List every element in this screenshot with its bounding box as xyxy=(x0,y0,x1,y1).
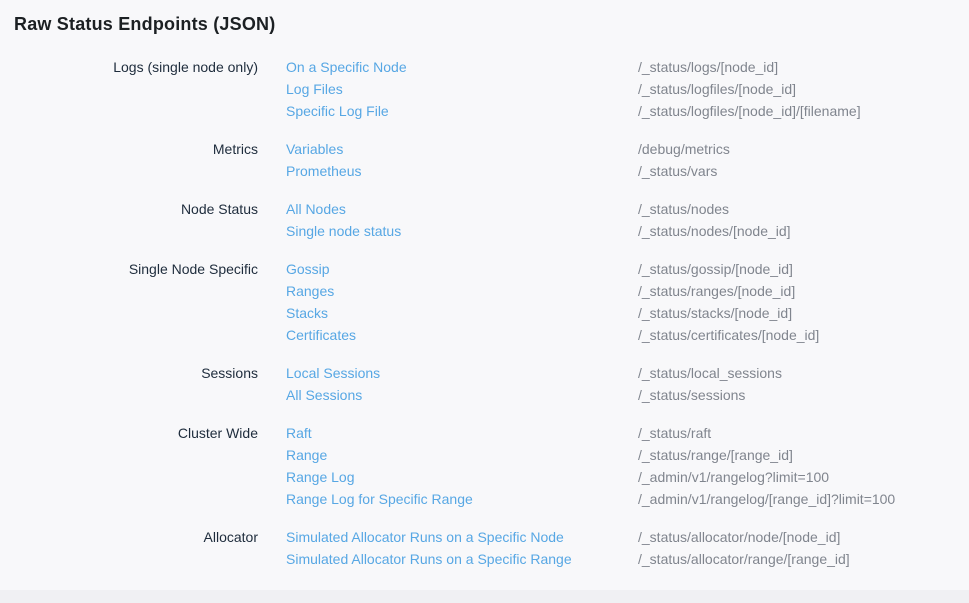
endpoint-link[interactable]: Range Log for Specific Range xyxy=(286,488,638,510)
endpoint-row: Variables/debug/metrics xyxy=(286,138,955,160)
endpoint-link[interactable]: Single node status xyxy=(286,220,638,242)
endpoint-link[interactable]: Log Files xyxy=(286,78,638,100)
endpoint-link[interactable]: Range xyxy=(286,444,638,466)
endpoint-link[interactable]: Range Log xyxy=(286,466,638,488)
endpoint-link[interactable]: Variables xyxy=(286,138,638,160)
endpoint-link[interactable]: Simulated Allocator Runs on a Specific R… xyxy=(286,548,638,570)
endpoint-path: /_status/logs/[node_id] xyxy=(638,56,778,78)
endpoint-path: /_status/allocator/node/[node_id] xyxy=(638,526,840,548)
endpoint-row: Raft/_status/raft xyxy=(286,422,955,444)
endpoint-link[interactable]: Gossip xyxy=(286,258,638,280)
endpoint-row: On a Specific Node/_status/logs/[node_id… xyxy=(286,56,955,78)
endpoint-row: Specific Log File/_status/logfiles/[node… xyxy=(286,100,955,122)
endpoint-row: Simulated Allocator Runs on a Specific N… xyxy=(286,526,955,548)
endpoint-path: /_status/gossip/[node_id] xyxy=(638,258,793,280)
endpoint-path: /_status/logfiles/[node_id] xyxy=(638,78,796,100)
endpoint-row: All Sessions/_status/sessions xyxy=(286,384,955,406)
endpoint-path: /_status/certificates/[node_id] xyxy=(638,324,819,346)
endpoint-row: All Nodes/_status/nodes xyxy=(286,198,955,220)
page-title: Raw Status Endpoints (JSON) xyxy=(14,13,955,35)
endpoint-link[interactable]: Local Sessions xyxy=(286,362,638,384)
endpoint-group: AllocatorSimulated Allocator Runs on a S… xyxy=(14,526,955,570)
endpoint-rows: Simulated Allocator Runs on a Specific N… xyxy=(286,526,955,570)
category-label: Node Status xyxy=(14,198,286,220)
endpoint-group: Logs (single node only)On a Specific Nod… xyxy=(14,56,955,122)
endpoint-path: /_status/local_sessions xyxy=(638,362,782,384)
endpoint-row: Ranges/_status/ranges/[node_id] xyxy=(286,280,955,302)
endpoint-rows: Local Sessions/_status/local_sessionsAll… xyxy=(286,362,955,406)
endpoint-link[interactable]: Raft xyxy=(286,422,638,444)
category-label: Single Node Specific xyxy=(14,258,286,280)
endpoint-row: Range Log/_admin/v1/rangelog?limit=100 xyxy=(286,466,955,488)
endpoint-link[interactable]: Prometheus xyxy=(286,160,638,182)
footer-strip xyxy=(0,590,969,603)
category-label: Logs (single node only) xyxy=(14,56,286,78)
endpoint-link[interactable]: Ranges xyxy=(286,280,638,302)
endpoint-path: /_status/nodes xyxy=(638,198,729,220)
endpoint-table: Logs (single node only)On a Specific Nod… xyxy=(14,56,955,570)
endpoint-row: Single node status/_status/nodes/[node_i… xyxy=(286,220,955,242)
endpoint-path: /_status/raft xyxy=(638,422,711,444)
endpoint-path: /_admin/v1/rangelog?limit=100 xyxy=(638,466,829,488)
endpoint-link[interactable]: Stacks xyxy=(286,302,638,324)
category-label: Sessions xyxy=(14,362,286,384)
endpoint-rows: On a Specific Node/_status/logs/[node_id… xyxy=(286,56,955,122)
endpoint-group: Single Node SpecificGossip/_status/gossi… xyxy=(14,258,955,346)
endpoint-row: Log Files/_status/logfiles/[node_id] xyxy=(286,78,955,100)
endpoint-rows: All Nodes/_status/nodesSingle node statu… xyxy=(286,198,955,242)
category-label: Cluster Wide xyxy=(14,422,286,444)
endpoint-row: Certificates/_status/certificates/[node_… xyxy=(286,324,955,346)
raw-status-endpoints-page: Raw Status Endpoints (JSON) Logs (single… xyxy=(0,0,969,570)
endpoint-link[interactable]: On a Specific Node xyxy=(286,56,638,78)
category-label: Allocator xyxy=(14,526,286,548)
endpoint-path: /_status/stacks/[node_id] xyxy=(638,302,792,324)
endpoint-row: Prometheus/_status/vars xyxy=(286,160,955,182)
endpoint-path: /_status/ranges/[node_id] xyxy=(638,280,795,302)
endpoint-rows: Variables/debug/metricsPrometheus/_statu… xyxy=(286,138,955,182)
endpoint-group: Node StatusAll Nodes/_status/nodesSingle… xyxy=(14,198,955,242)
endpoint-path: /debug/metrics xyxy=(638,138,730,160)
category-label: Metrics xyxy=(14,138,286,160)
endpoint-link[interactable]: Specific Log File xyxy=(286,100,638,122)
endpoint-path: /_status/nodes/[node_id] xyxy=(638,220,791,242)
endpoint-group: Cluster WideRaft/_status/raftRange/_stat… xyxy=(14,422,955,510)
endpoint-row: Local Sessions/_status/local_sessions xyxy=(286,362,955,384)
endpoint-row: Simulated Allocator Runs on a Specific R… xyxy=(286,548,955,570)
endpoint-link[interactable]: Certificates xyxy=(286,324,638,346)
endpoint-group: SessionsLocal Sessions/_status/local_ses… xyxy=(14,362,955,406)
endpoint-row: Range Log for Specific Range/_admin/v1/r… xyxy=(286,488,955,510)
endpoint-group: MetricsVariables/debug/metricsPrometheus… xyxy=(14,138,955,182)
endpoint-path: /_status/range/[range_id] xyxy=(638,444,793,466)
endpoint-link[interactable]: Simulated Allocator Runs on a Specific N… xyxy=(286,526,638,548)
endpoint-path: /_status/vars xyxy=(638,160,717,182)
endpoint-path: /_status/logfiles/[node_id]/[filename] xyxy=(638,100,861,122)
endpoint-row: Stacks/_status/stacks/[node_id] xyxy=(286,302,955,324)
endpoint-path: /_status/sessions xyxy=(638,384,745,406)
endpoint-rows: Gossip/_status/gossip/[node_id]Ranges/_s… xyxy=(286,258,955,346)
endpoint-row: Gossip/_status/gossip/[node_id] xyxy=(286,258,955,280)
endpoint-link[interactable]: All Sessions xyxy=(286,384,638,406)
endpoint-path: /_status/allocator/range/[range_id] xyxy=(638,548,850,570)
endpoint-rows: Raft/_status/raftRange/_status/range/[ra… xyxy=(286,422,955,510)
endpoint-row: Range/_status/range/[range_id] xyxy=(286,444,955,466)
endpoint-link[interactable]: All Nodes xyxy=(286,198,638,220)
endpoint-path: /_admin/v1/rangelog/[range_id]?limit=100 xyxy=(638,488,895,510)
